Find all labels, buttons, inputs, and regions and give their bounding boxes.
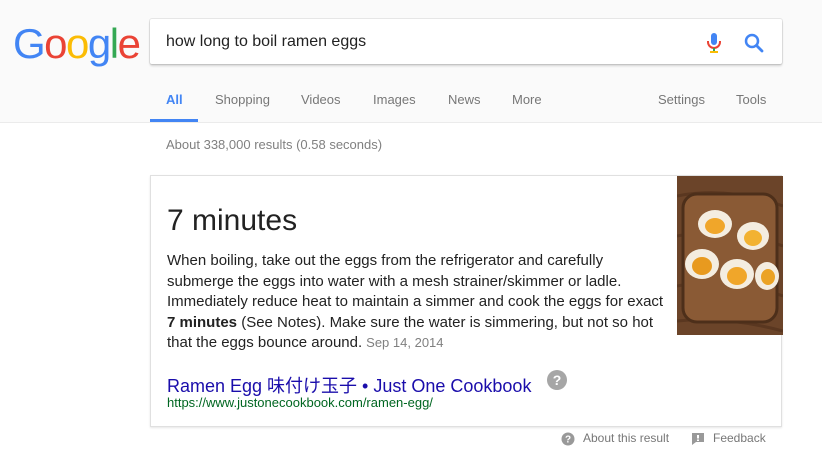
answer-text-before: When boiling, take out the eggs from the… (167, 252, 664, 310)
tab-shopping[interactable]: Shopping (215, 92, 270, 107)
google-logo[interactable]: Google (13, 20, 141, 67)
help-icon[interactable]: ? (547, 370, 567, 390)
feedback-icon (692, 433, 704, 445)
snippet-date: Sep 14, 2014 (366, 335, 444, 350)
tab-all[interactable]: All (166, 92, 183, 107)
microphone-icon[interactable] (702, 31, 726, 55)
about-this-result-link[interactable]: About this result (583, 431, 669, 445)
search-box[interactable] (150, 19, 782, 64)
logo-letter: e (117, 20, 141, 67)
answer-text: When boiling, take out the eggs from the… (167, 251, 667, 354)
logo-letter: g (87, 20, 111, 67)
magnifier-icon[interactable] (742, 31, 766, 55)
feedback-link[interactable]: Feedback (713, 431, 766, 445)
svg-text:?: ? (565, 435, 571, 446)
header: Google All Shopping Videos Images News M… (0, 0, 822, 123)
answer-text-bold: 7 minutes (167, 313, 238, 331)
logo-letter: o (44, 20, 67, 67)
tab-settings[interactable]: Settings (658, 92, 705, 107)
answer-title: 7 minutes (167, 204, 298, 237)
featured-snippet-card: 7 minutes When boiling, take out the egg… (150, 175, 783, 427)
tab-videos[interactable]: Videos (301, 92, 341, 107)
logo-letter: l (109, 20, 119, 67)
tab-more[interactable]: More (512, 92, 542, 107)
tab-tools[interactable]: Tools (736, 92, 766, 107)
source-url: https://www.justonecookbook.com/ramen-eg… (167, 395, 433, 410)
active-tab-indicator (150, 119, 198, 122)
logo-letter: G (13, 20, 46, 67)
tab-news[interactable]: News (448, 92, 481, 107)
tab-images[interactable]: Images (373, 92, 416, 107)
ramen-egg-thumbnail[interactable] (677, 176, 783, 335)
search-input[interactable] (166, 31, 686, 53)
logo-letter: o (66, 20, 89, 67)
results-count: About 338,000 results (0.58 seconds) (166, 137, 383, 152)
question-circle-icon: ? (561, 432, 575, 446)
